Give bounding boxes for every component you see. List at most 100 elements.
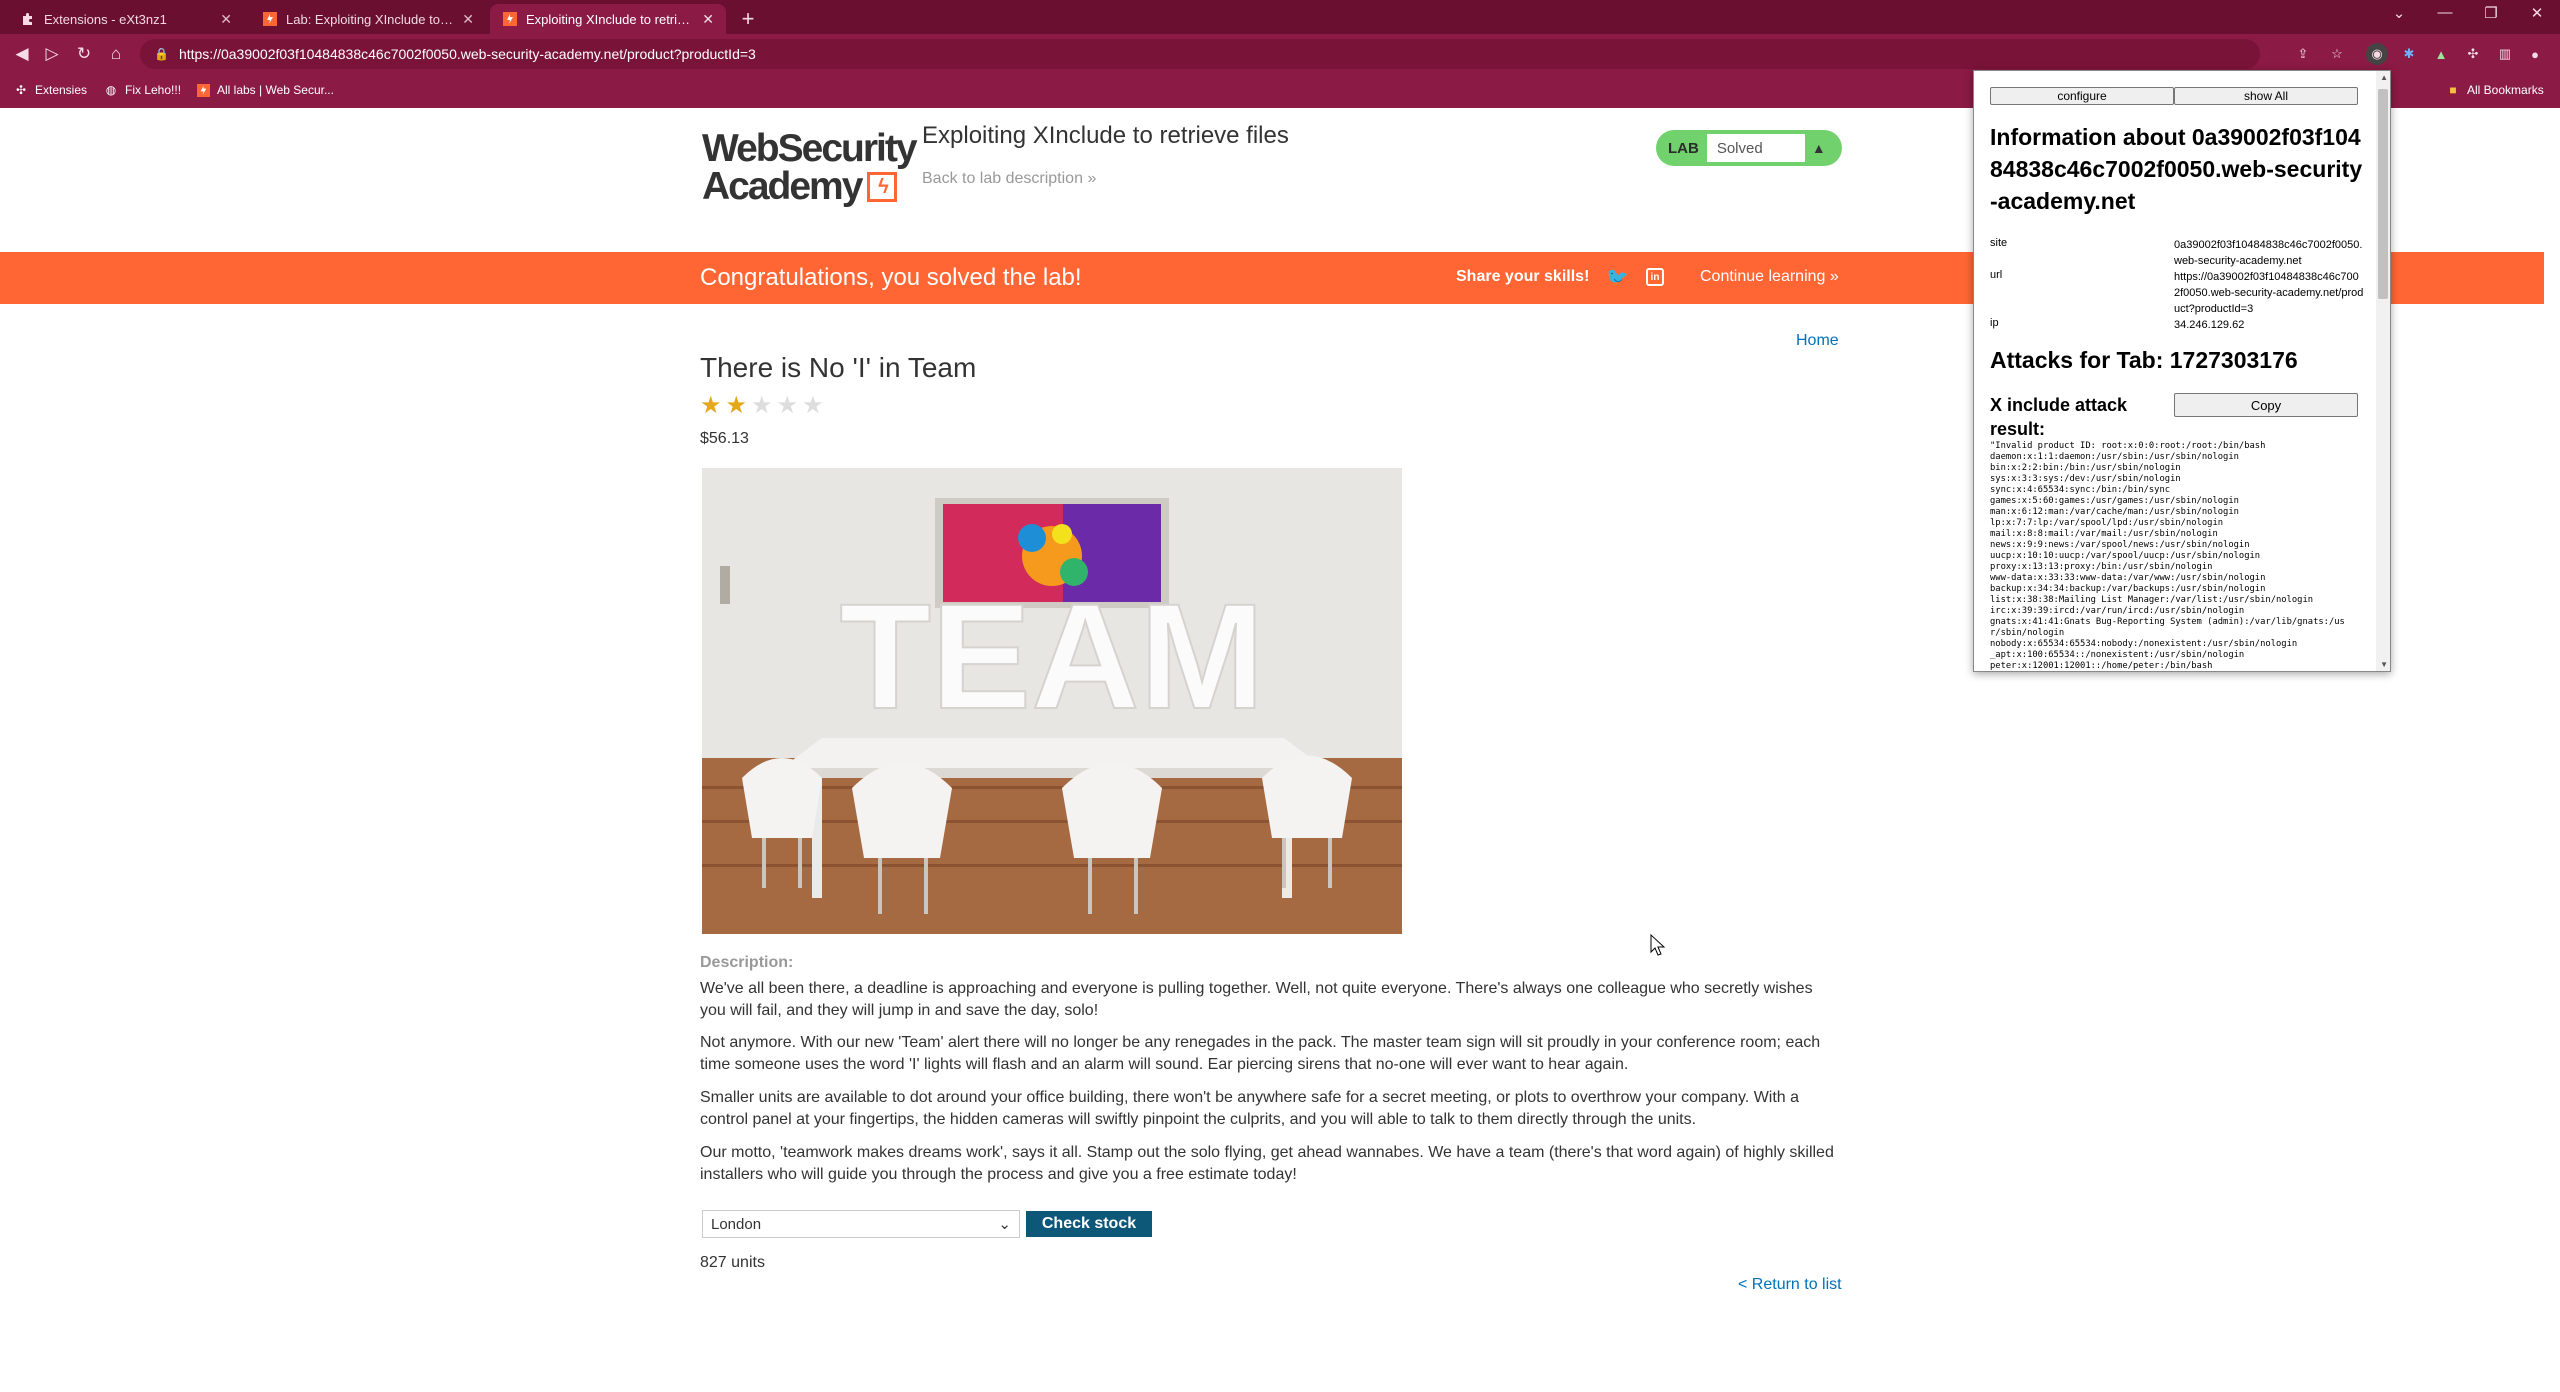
all-bookmarks[interactable]: ■ All Bookmarks bbox=[2446, 83, 2544, 97]
linkedin-icon[interactable]: in bbox=[1646, 268, 1664, 286]
browser-toolbar: ◀ ▷ ↻ ⌂ 🔒 https://0a39002f03f10484838c46… bbox=[0, 34, 2560, 74]
globe-icon: ◍ bbox=[105, 83, 117, 97]
flask-icon: ▲ bbox=[1811, 140, 1826, 156]
puzzle-icon[interactable]: ✣ bbox=[2462, 43, 2484, 65]
result-line: peter:x:12001:12001::/home/peter:/bin/ba… bbox=[1990, 661, 2213, 671]
new-tab-button[interactable]: + bbox=[736, 6, 760, 32]
result-line: _apt:x:100:65534::/nonexistent:/usr/sbin… bbox=[1990, 650, 2245, 660]
result-line: irc:x:39:39:ircd:/var/run/ircd:/usr/sbin… bbox=[1990, 606, 2245, 616]
back-icon[interactable]: ◀ bbox=[10, 42, 34, 66]
product-image: TEAM bbox=[702, 468, 1402, 934]
site-label: site bbox=[1990, 237, 2008, 249]
result-line: sys:x:3:3:sys:/dev:/usr/sbin/nologin bbox=[1990, 474, 2181, 484]
result-line: news:x:9:9:news:/var/spool/news:/usr/sbi… bbox=[1990, 540, 2250, 550]
restore-icon[interactable]: ❐ bbox=[2476, 4, 2506, 22]
extension-active-icon[interactable]: ◉ bbox=[2366, 43, 2388, 65]
url-text: https://0a39002f03f10484838c46c7002f0050… bbox=[178, 46, 756, 62]
all-bookmarks-label: All Bookmarks bbox=[2467, 83, 2544, 97]
result-line: sync:x:4:65534:sync:/bin:/bin/sync bbox=[1990, 485, 2171, 495]
site-value: 0a39002f03f10484838c46c7002f0050.web-sec… bbox=[2174, 239, 2363, 267]
bookmark-extensies[interactable]: ✣ Extensies bbox=[14, 83, 87, 97]
star-filled-icon: ★ bbox=[700, 392, 722, 419]
minimize-icon[interactable]: — bbox=[2430, 4, 2460, 21]
extension-icon[interactable]: ✱ bbox=[2398, 43, 2420, 65]
url-value: https://0a39002f03f10484838c46c7002f0050… bbox=[2174, 271, 2364, 315]
result-line: proxy:x:13:13:proxy:/bin:/usr/sbin/nolog… bbox=[1990, 562, 2213, 572]
sidepanel-icon[interactable]: ▥ bbox=[2494, 43, 2516, 65]
tab-lab-active[interactable]: Exploiting XInclude to retrieve f ✕ bbox=[490, 4, 726, 34]
logo-line-1: WebSecurity bbox=[702, 127, 918, 170]
share-icon[interactable]: ⇪ bbox=[2292, 43, 2314, 65]
scroll-down-icon[interactable]: ▼ bbox=[2380, 660, 2388, 669]
product-price: $56.13 bbox=[700, 430, 749, 447]
result-line: bin:x:2:2:bin:/bin:/usr/sbin/nologin bbox=[1990, 463, 2181, 473]
puzzle-icon bbox=[20, 11, 36, 27]
ip-value: 34.246.129.62 bbox=[2174, 319, 2245, 331]
stock-units: 827 units bbox=[700, 1254, 765, 1271]
description-paragraph: Not anymore. With our new 'Team' alert t… bbox=[700, 1034, 1821, 1073]
address-bar[interactable]: 🔒 https://0a39002f03f10484838c46c7002f00… bbox=[140, 39, 2260, 69]
result-line: lp:x:7:7:lp:/var/spool/lpd:/usr/sbin/nol… bbox=[1990, 518, 2224, 528]
continue-learning-link[interactable]: Continue learning » bbox=[1700, 268, 1839, 286]
description-paragraph: Smaller units are available to dot aroun… bbox=[700, 1089, 1800, 1128]
window-close-icon[interactable]: ✕ bbox=[2522, 4, 2552, 22]
configure-button[interactable]: configure bbox=[1990, 87, 2174, 105]
result-line: backup:x:34:34:backup:/var/backups:/usr/… bbox=[1990, 584, 2266, 594]
tab-extensions[interactable]: Extensions - eXt3nz1 ✕ bbox=[8, 4, 244, 34]
twitter-icon[interactable]: 🐦 bbox=[1606, 267, 1628, 288]
tab-title: Exploiting XInclude to retrieve f bbox=[526, 11, 695, 27]
lab-title: Exploiting XInclude to retrieve files bbox=[922, 122, 1289, 149]
description-paragraph: We've all been there, a deadline is appr… bbox=[700, 980, 1813, 1019]
popup-scroll-thumb[interactable] bbox=[2378, 89, 2388, 299]
forward-icon[interactable]: ▷ bbox=[40, 42, 64, 66]
lab-label: LAB bbox=[1668, 139, 1699, 157]
popup-scrollbar[interactable]: ▲ ▼ bbox=[2376, 71, 2390, 671]
puzzle-icon: ✣ bbox=[15, 83, 27, 97]
star-filled-icon: ★ bbox=[725, 392, 748, 419]
show-all-button[interactable]: show All bbox=[2174, 87, 2358, 105]
xinclude-result-heading: X include attack result: bbox=[1990, 395, 2128, 439]
flask-icon[interactable]: ▲ bbox=[2430, 43, 2452, 65]
bookmark-fix-leho[interactable]: ◍ Fix Leho!!! bbox=[104, 83, 181, 97]
home-icon[interactable]: ⌂ bbox=[104, 42, 128, 66]
logo-line-2: Academy bbox=[702, 165, 863, 208]
bookmark-label: Fix Leho!!! bbox=[125, 83, 182, 97]
bookmark-label: All labs | Web Secur... bbox=[217, 83, 334, 97]
description-paragraph: Our motto, 'teamwork makes dreams work',… bbox=[700, 1144, 1834, 1183]
mouse-cursor-icon bbox=[1650, 934, 1666, 956]
bookmark-label: Extensies bbox=[35, 83, 88, 97]
tab-search-icon[interactable]: ⌄ bbox=[2384, 4, 2414, 22]
star-empty-icon: ★ bbox=[802, 392, 824, 419]
tab-strip: Extensions - eXt3nz1 ✕ Lab: Exploiting X… bbox=[0, 0, 2560, 34]
share-label: Share your skills! bbox=[1456, 268, 1590, 285]
result-line: nobody:x:65534:65534:nobody:/nonexistent… bbox=[1990, 639, 2298, 649]
tab-lab-description[interactable]: Lab: Exploiting XInclude to retri ✕ bbox=[250, 4, 486, 34]
return-to-list-link[interactable]: < Return to list bbox=[1738, 1276, 1842, 1294]
result-line: games:x:5:60:games:/usr/games:/usr/sbin/… bbox=[1990, 496, 2239, 506]
page-scrollbar[interactable] bbox=[2544, 108, 2560, 1392]
result-line: gnats:x:41:41:Gnats Bug-Reporting System… bbox=[1990, 617, 2345, 627]
portswigger-icon bbox=[262, 11, 278, 27]
copy-button[interactable]: Copy bbox=[2174, 393, 2358, 417]
status-text: Solved bbox=[1706, 134, 1805, 162]
tab-title: Extensions - eXt3nz1 bbox=[44, 11, 167, 27]
profile-icon[interactable]: ● bbox=[2524, 43, 2546, 65]
web-security-academy-logo[interactable]: WebSecurity Academy ϟ bbox=[702, 127, 918, 210]
bookmark-star-icon[interactable]: ☆ bbox=[2326, 43, 2348, 65]
scroll-up-icon[interactable]: ▲ bbox=[2380, 73, 2388, 82]
result-line: uucp:x:10:10:uucp:/var/spool/uucp:/usr/s… bbox=[1990, 551, 2261, 561]
lab-status-badge: LAB Solved ▲ bbox=[1656, 130, 1842, 166]
check-stock-button[interactable]: Check stock bbox=[1026, 1211, 1152, 1237]
continue-label: Continue learning bbox=[1700, 268, 1826, 285]
back-to-lab-link[interactable]: Back to lab description » bbox=[922, 170, 1096, 188]
close-icon[interactable]: ✕ bbox=[220, 11, 232, 28]
result-line: man:x:6:12:man:/var/cache/man:/usr/sbin/… bbox=[1990, 507, 2239, 517]
reload-icon[interactable]: ↻ bbox=[72, 42, 96, 66]
store-location-select[interactable]: London ⌄ bbox=[702, 1210, 1020, 1238]
close-icon[interactable]: ✕ bbox=[462, 11, 474, 28]
close-icon[interactable]: ✕ bbox=[702, 11, 714, 28]
folder-icon: ■ bbox=[2449, 83, 2457, 97]
home-link[interactable]: Home bbox=[1796, 332, 1839, 350]
attack-result-output: "Invalid product ID: root:x:0:0:root:/ro… bbox=[1990, 441, 2366, 671]
bookmark-all-labs[interactable]: All labs | Web Secur... bbox=[196, 83, 334, 97]
